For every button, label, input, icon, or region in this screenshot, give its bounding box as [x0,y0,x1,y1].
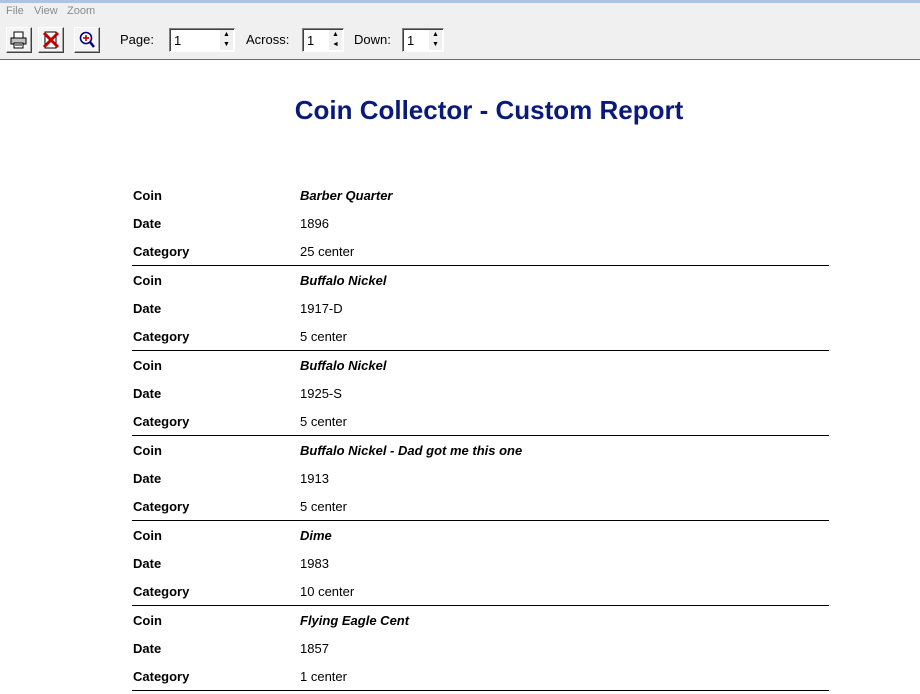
report-preview[interactable]: Coin Collector - Custom Report Coin Barbe… [0,60,920,694]
record-separator [132,265,829,266]
record-category-value: 5 center [300,329,347,344]
page-label: Page: [120,32,154,47]
across-label: Across: [246,32,290,47]
field-label-coin: Coin [133,358,162,373]
field-label-coin: Coin [133,188,162,203]
record-date-value: 1913 [300,471,329,486]
field-label-date: Date [133,301,162,316]
field-label-date: Date [133,471,162,486]
record-category-value: 1 center [300,669,347,684]
record-coin-value: Flying Eagle Cent [300,613,410,628]
field-label-coin: Coin [133,273,162,288]
report-title: Coin Collector - Custom Report [294,95,684,125]
record-date-value: 1983 [300,556,329,571]
field-label-category: Category [133,499,190,514]
close-report-icon [42,31,60,49]
spin-up-icon[interactable]: ▲ [220,30,233,40]
record-coin-value: Buffalo Nickel [300,358,387,373]
record-category-value: 5 center [300,499,347,514]
field-label-coin: Coin [133,528,162,543]
record-category-value: 10 center [300,584,355,599]
field-label-date: Date [133,641,162,656]
record-coin-value: Dime [300,528,332,543]
across-spinner[interactable]: 1 ▲ ◄ [302,28,344,52]
field-label-category: Category [133,414,190,429]
page-value[interactable]: 1 [174,33,181,48]
spin-up-icon[interactable]: ▲ [429,30,442,40]
field-label-category: Category [133,669,190,684]
printer-icon [10,31,27,49]
record-separator [132,350,829,351]
menu-view[interactable]: View [34,5,58,17]
record-date-value: 1917-D [300,301,343,316]
spin-left-icon[interactable]: ◄ [329,40,342,50]
across-spinner-arrows[interactable]: ▲ ◄ [329,30,342,50]
down-label: Down: [354,32,391,47]
field-label-category: Category [133,329,190,344]
field-label-coin: Coin [133,613,162,628]
record-coin-value: Buffalo Nickel [300,273,387,288]
page-spinner[interactable]: 1 ▲ ▼ [169,28,235,52]
menu-zoom[interactable]: Zoom [67,5,95,17]
field-label-date: Date [133,556,162,571]
across-value[interactable]: 1 [307,33,314,48]
record-coin-value: Barber Quarter [300,188,393,203]
down-spinner-arrows[interactable]: ▲ ▼ [429,30,442,50]
print-button[interactable] [6,27,32,53]
record-separator [132,435,829,436]
menu-file[interactable]: File [6,5,24,17]
menu-bar: File View Zoom [0,3,920,22]
record-date-value: 1896 [300,216,329,231]
record-separator [132,690,829,691]
spin-down-icon[interactable]: ▼ [429,40,442,50]
field-label-date: Date [133,216,162,231]
record-separator [132,520,829,521]
page-spinner-arrows[interactable]: ▲ ▼ [220,30,233,50]
record-category-value: 5 center [300,414,347,429]
field-label-coin: Coin [133,443,162,458]
spin-down-icon[interactable]: ▼ [220,40,233,50]
toolbar: Page: 1 ▲ ▼ Across: 1 ▲ ◄ Down: 1 ▲ ▼ [0,22,920,60]
record-category-value: 25 center [300,244,355,259]
field-label-date: Date [133,386,162,401]
record-coin-value: Buffalo Nickel - Dad got me this one [300,443,523,458]
down-spinner[interactable]: 1 ▲ ▼ [402,28,444,52]
field-label-category: Category [133,584,190,599]
record-separator [132,605,829,606]
record-date-value: 1925-S [300,386,342,401]
record-date-value: 1857 [300,641,329,656]
spin-up-icon[interactable]: ▲ [329,30,342,40]
field-label-category: Category [133,244,190,259]
close-report-button[interactable] [38,27,64,53]
down-value[interactable]: 1 [407,33,414,48]
zoom-button[interactable] [74,27,100,53]
zoom-in-icon [79,31,95,48]
